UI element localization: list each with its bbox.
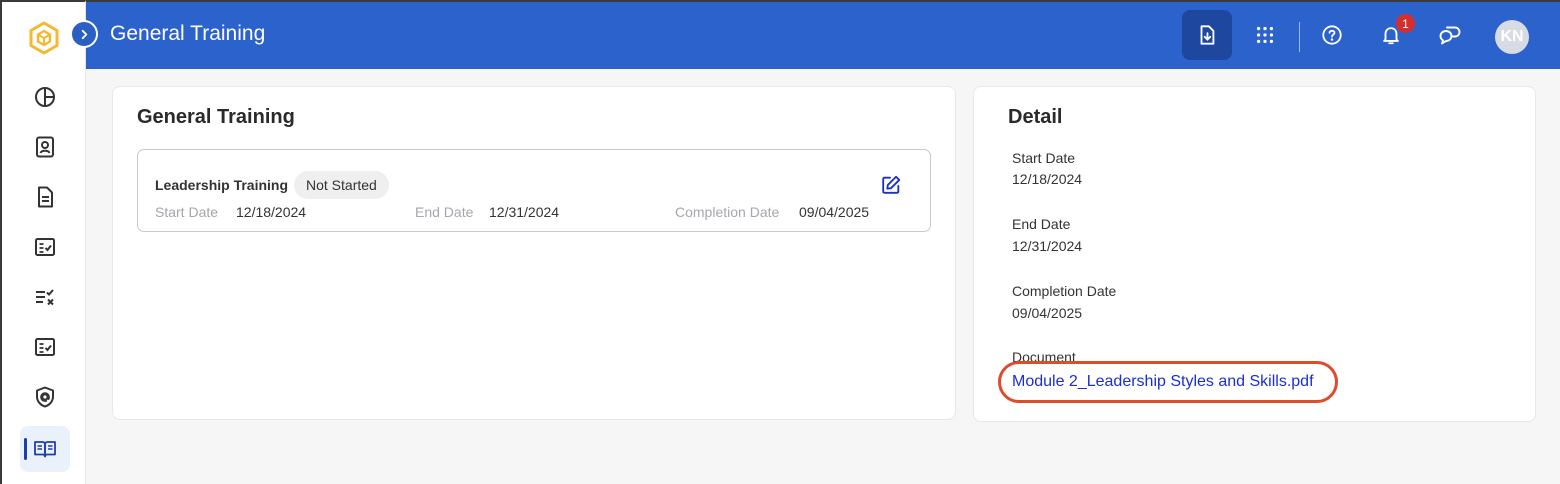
- detail-completion-date-label: Completion Date: [1012, 283, 1117, 299]
- checklist-icon: [35, 238, 55, 256]
- start-date-value: 12/18/2024: [236, 204, 307, 220]
- chat-button[interactable]: [1425, 10, 1475, 60]
- sidebar-item-review[interactable]: [20, 274, 70, 320]
- apps-grid-button[interactable]: [1240, 10, 1290, 60]
- detail-document-label: Document: [1012, 349, 1076, 365]
- training-item[interactable]: Leadership Training Not Started Start Da…: [137, 149, 931, 232]
- card-title: General Training: [137, 106, 295, 128]
- app-logo-icon[interactable]: [28, 21, 60, 55]
- header-divider: [1299, 22, 1300, 52]
- page-title: General Training: [110, 22, 266, 45]
- checklist-icon: [35, 338, 55, 356]
- chevron-right-icon: [81, 29, 87, 39]
- help-circle-icon: [1322, 25, 1342, 45]
- book-open-icon: [34, 441, 56, 458]
- sidebar-item-security[interactable]: [20, 374, 70, 420]
- training-name: Leadership Training: [155, 177, 289, 193]
- detail-start-date-value: 12/18/2024: [1012, 171, 1083, 187]
- sidebar-expand-button[interactable]: [70, 20, 98, 48]
- end-date-label: End Date: [415, 204, 474, 220]
- sidebar: [0, 0, 86, 484]
- list-check-x-icon: [36, 289, 54, 306]
- notifications-button[interactable]: 1: [1366, 10, 1416, 60]
- edit-icon[interactable]: [880, 174, 902, 196]
- sidebar-item-dashboard[interactable]: [20, 74, 70, 120]
- grid-dots-icon: [1256, 26, 1274, 44]
- sidebar-item-contacts[interactable]: [20, 124, 70, 170]
- active-indicator: [24, 438, 27, 460]
- notification-badge: 1: [1396, 14, 1415, 33]
- detail-card: Detail Start Date 12/18/2024 End Date 12…: [973, 86, 1536, 422]
- chat-bubbles-icon: [1439, 26, 1461, 45]
- completion-date-value: 09/04/2025: [799, 204, 870, 220]
- download-document-button[interactable]: [1182, 10, 1232, 60]
- start-date-label: Start Date: [155, 204, 219, 220]
- completion-date-label: Completion Date: [675, 204, 780, 220]
- file-download-icon: [1200, 25, 1215, 45]
- detail-start-date-label: Start Date: [1012, 150, 1076, 166]
- sidebar-item-documents[interactable]: [20, 174, 70, 220]
- detail-end-date-value: 12/31/2024: [1012, 238, 1083, 254]
- pie-chart-icon: [35, 87, 55, 107]
- contact-card-icon: [36, 136, 54, 158]
- detail-title: Detail: [1008, 106, 1063, 128]
- user-avatar[interactable]: KN: [1495, 20, 1529, 54]
- document-icon: [38, 186, 53, 208]
- training-list-card: General Training Leadership Training Not…: [112, 86, 956, 420]
- sidebar-item-training[interactable]: [20, 426, 70, 472]
- sidebar-item-assessments[interactable]: [20, 324, 70, 370]
- document-link[interactable]: Module 2_Leadership Styles and Skills.pd…: [1012, 373, 1314, 391]
- help-button[interactable]: [1307, 10, 1357, 60]
- detail-completion-date-value: 09/04/2025: [1012, 305, 1083, 321]
- status-badge: Not Started: [294, 171, 389, 199]
- shield-at-icon: [36, 386, 54, 408]
- sidebar-item-tasks[interactable]: [20, 224, 70, 270]
- top-header: General Training 1 KN: [86, 0, 1560, 69]
- detail-end-date-label: End Date: [1012, 216, 1071, 232]
- end-date-value: 12/31/2024: [489, 204, 560, 220]
